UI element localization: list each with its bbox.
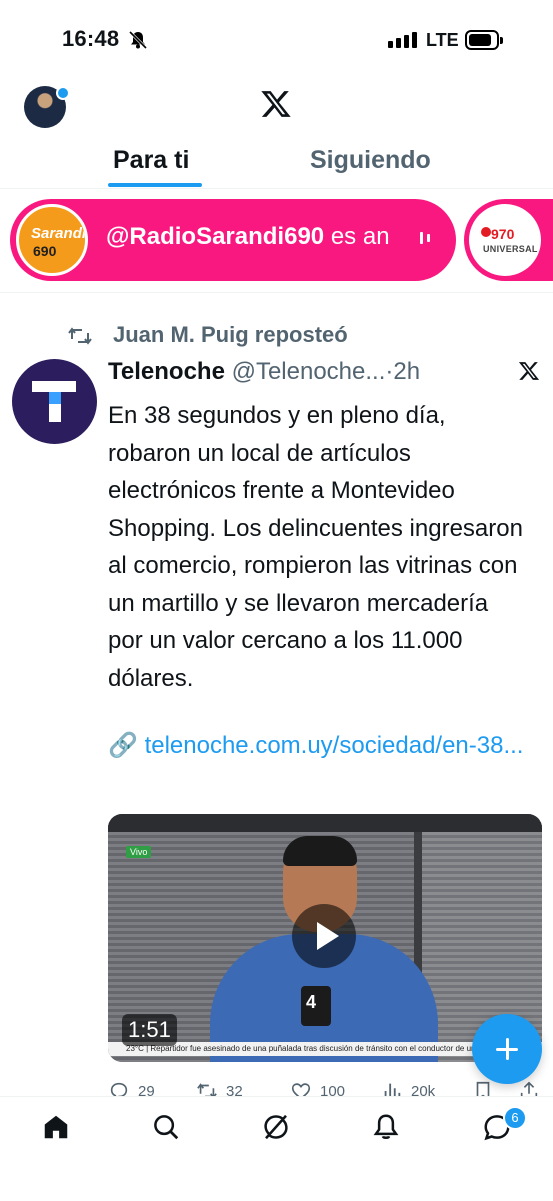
radio-number: 970 bbox=[491, 226, 515, 242]
network-type: LTE bbox=[426, 30, 459, 50]
host-avatar-number: 690 bbox=[33, 243, 57, 259]
home-icon[interactable] bbox=[41, 1112, 71, 1142]
tweet-author[interactable]: Telenoche @Telenoche...·2h bbox=[108, 358, 420, 386]
host-avatar-text: Sarandí bbox=[31, 225, 87, 242]
active-tab-indicator bbox=[108, 183, 202, 187]
mic-label: 4 bbox=[306, 992, 317, 1012]
author-handle: @Telenoche... bbox=[231, 358, 386, 385]
spaces-divider bbox=[0, 292, 553, 293]
signal-icon bbox=[388, 32, 417, 48]
tweet-video[interactable]: Vivo 4 23°C | Repartidor fue asesinado d… bbox=[108, 814, 542, 1062]
space-title: @RadioSarandi690 es an bbox=[106, 223, 426, 251]
compose-button[interactable] bbox=[472, 1014, 542, 1084]
video-duration: 1:51 bbox=[122, 1014, 177, 1046]
space-host-avatar[interactable]: Sarandí 690 bbox=[16, 204, 88, 276]
play-icon[interactable] bbox=[292, 904, 356, 968]
author-name: Telenoche bbox=[108, 358, 225, 385]
messages-badge: 6 bbox=[503, 1106, 527, 1130]
audio-bars-icon bbox=[420, 232, 430, 244]
avatar-notification-dot bbox=[56, 86, 70, 100]
video-background-top bbox=[108, 814, 542, 832]
grok-icon[interactable] bbox=[261, 1112, 291, 1142]
radio-label: UNIVERSAL bbox=[483, 244, 538, 254]
link-icon: 🔗 bbox=[108, 732, 138, 759]
repost-label[interactable]: Juan M. Puig reposteó bbox=[113, 322, 348, 348]
tab-siguiendo[interactable]: Siguiendo bbox=[310, 146, 431, 175]
space-title-rest: es an bbox=[324, 223, 390, 250]
tweet-time: ·2h bbox=[385, 358, 421, 385]
repost-icon bbox=[68, 327, 92, 345]
tweet-body: En 38 segundos y en pleno día, robaron u… bbox=[108, 402, 523, 692]
status-time: 16:48 bbox=[62, 26, 120, 51]
header-divider bbox=[0, 188, 553, 189]
space-second-avatar[interactable]: 970 UNIVERSAL bbox=[464, 199, 553, 281]
x-logo-icon[interactable] bbox=[259, 88, 293, 120]
link-text: telenoche.com.uy/sociedad/en-38... bbox=[144, 732, 524, 759]
x-menu-icon[interactable] bbox=[518, 360, 540, 382]
news-ticker-text: 23°C | Repartidor fue asesinado de una p… bbox=[126, 1044, 511, 1053]
author-avatar[interactable] bbox=[12, 359, 97, 444]
bell-slash-icon bbox=[128, 30, 148, 50]
radio-dot-icon bbox=[481, 227, 491, 237]
tweet-link[interactable]: 🔗 telenoche.com.uy/sociedad/en-38... bbox=[108, 727, 528, 765]
notifications-icon[interactable] bbox=[371, 1112, 401, 1142]
search-icon[interactable] bbox=[151, 1112, 181, 1142]
tab-para-ti[interactable]: Para ti bbox=[113, 146, 189, 175]
video-person-hair bbox=[283, 836, 357, 866]
space-handle: @RadioSarandi690 bbox=[106, 223, 325, 250]
live-tag: Vivo bbox=[126, 846, 152, 858]
battery-icon bbox=[465, 30, 503, 50]
telenoche-logo bbox=[32, 381, 76, 422]
